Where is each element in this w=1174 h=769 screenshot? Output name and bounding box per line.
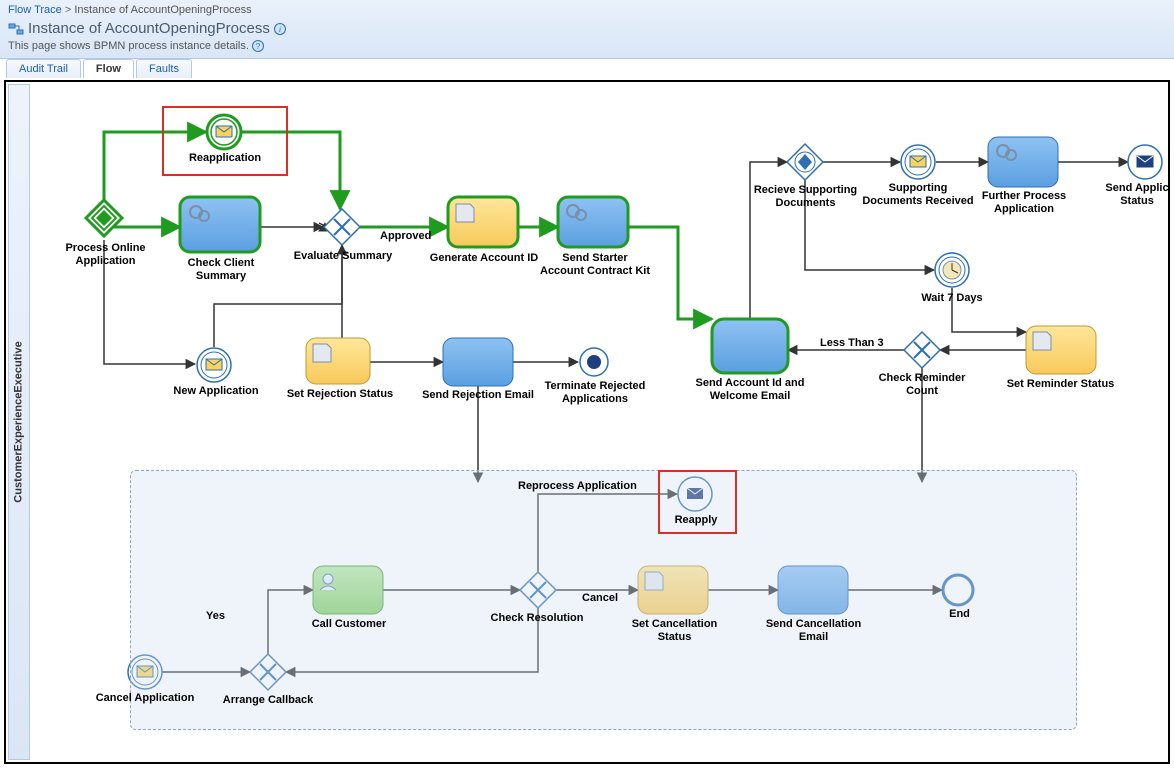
label-send-account-welcome: Send Account Id and Welcome Email	[690, 377, 810, 402]
label-end: End	[942, 608, 977, 621]
start-event	[86, 200, 122, 236]
breadcrumb-current: Instance of AccountOpeningProcess	[74, 4, 251, 16]
label-set-rejection: Set Rejection Status	[280, 388, 400, 401]
page-title: Instance of AccountOpeningProcess	[28, 20, 270, 37]
bpmn-diagram: Reapplication Process Online Application…	[30, 82, 1168, 762]
tab-faults[interactable]: Faults	[136, 59, 192, 78]
help-icon[interactable]: ?	[252, 40, 264, 52]
breadcrumb-sep: >	[65, 4, 74, 16]
label-reapplication: Reapplication	[180, 152, 270, 165]
label-terminate: Terminate Rejected Applications	[540, 380, 650, 405]
highlight-reapplication	[162, 106, 288, 176]
tab-audit-trail[interactable]: Audit Trail	[6, 59, 81, 78]
label-send-rejection: Send Rejection Email	[418, 389, 538, 402]
label-set-cancellation: Set Cancellation Status	[622, 618, 727, 643]
label-cancel-application: Cancel Application	[90, 692, 200, 705]
tabs: Audit Trail Flow Faults	[0, 59, 1174, 78]
diagram-canvas[interactable]: CustomerExperienceExecutive	[4, 80, 1170, 764]
label-wait7: Wait 7 Days	[912, 292, 992, 305]
page-description: This page shows BPMN process instance de…	[8, 40, 249, 52]
label-generate-account: Generate Account ID	[424, 252, 544, 265]
page-description-row: This page shows BPMN process instance de…	[8, 39, 1166, 54]
breadcrumb: Flow Trace > Instance of AccountOpeningP…	[8, 2, 1166, 18]
label-recv-supporting: Recieve Supporting Documents	[748, 184, 863, 209]
label-reapply: Reapply	[666, 514, 726, 527]
page-title-row: Instance of AccountOpeningProcess i	[8, 18, 1166, 39]
label-evaluate-summary: Evaluate Summary	[288, 250, 398, 263]
label-new-application: New Application	[166, 385, 266, 398]
header-bar: Flow Trace > Instance of AccountOpeningP…	[0, 0, 1174, 59]
edge-reprocess: Reprocess Application	[518, 480, 637, 492]
edge-less-than-3: Less Than 3	[820, 337, 884, 349]
edge-yes: Yes	[206, 610, 225, 622]
label-check-client: Check Client Summary	[176, 257, 266, 282]
process-icon	[8, 21, 24, 37]
edge-approved: Approved	[380, 230, 431, 242]
breadcrumb-parent[interactable]: Flow Trace	[8, 4, 62, 16]
label-check-reminder: Check Reminder Count	[872, 372, 972, 397]
label-send-starter: Send Starter Account Contract Kit	[540, 252, 650, 277]
lane-header: CustomerExperienceExecutive	[8, 84, 30, 760]
label-call-customer: Call Customer	[304, 618, 394, 631]
label-send-cancellation: Send Cancellation Email	[756, 618, 871, 643]
svg-text:i: i	[279, 25, 281, 34]
info-icon[interactable]: i	[274, 23, 286, 35]
label-process-online: Process Online Application	[58, 242, 153, 267]
edge-cancel: Cancel	[582, 592, 618, 604]
label-check-resolution: Check Resolution	[482, 612, 592, 625]
svg-text:?: ?	[256, 42, 261, 51]
label-arrange-callback: Arrange Callback	[218, 694, 318, 707]
label-further-process: Further Process Application	[974, 190, 1074, 215]
tab-flow[interactable]: Flow	[83, 59, 134, 78]
label-supporting-received: Supporting Documents Received	[858, 182, 978, 207]
label-set-reminder: Set Reminder Status	[998, 378, 1123, 391]
label-send-applic-status: Send Applic Status	[1102, 182, 1170, 207]
lane-title: CustomerExperienceExecutive	[13, 341, 25, 502]
